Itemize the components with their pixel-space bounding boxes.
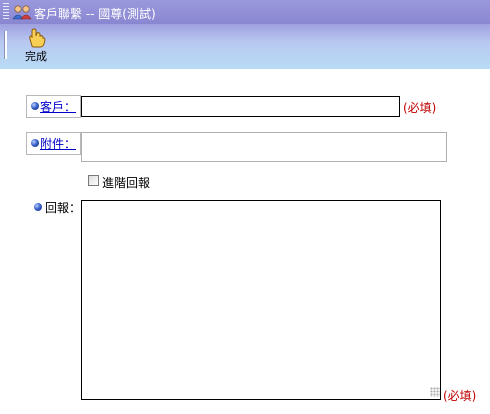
attachment-label-frame bbox=[26, 132, 81, 155]
reply-label: 回報： bbox=[45, 201, 82, 215]
advanced-reply-checkbox[interactable] bbox=[88, 175, 99, 186]
customer-label-frame bbox=[26, 95, 81, 118]
toolbar: 完成 bbox=[0, 24, 490, 69]
bullet-icon bbox=[34, 203, 42, 211]
contacts-icon bbox=[12, 5, 32, 20]
customer-input[interactable] bbox=[81, 96, 400, 117]
window-title: 客戶聯繫 -- 國尊(測試) bbox=[34, 7, 156, 21]
advanced-reply-label[interactable]: 進階回報 bbox=[102, 174, 150, 191]
done-label: 完成 bbox=[25, 50, 47, 63]
drag-grip[interactable] bbox=[3, 3, 9, 21]
hand-pointer-icon bbox=[29, 28, 46, 48]
resize-grip-icon[interactable] bbox=[430, 387, 440, 397]
attachment-input[interactable] bbox=[81, 132, 447, 162]
reply-textarea[interactable] bbox=[81, 200, 441, 400]
reply-required-note: (必填) bbox=[443, 389, 477, 403]
customer-required-note: (必填) bbox=[403, 101, 437, 115]
done-button[interactable]: 完成 bbox=[18, 28, 54, 68]
title-bar: 客戶聯繫 -- 國尊(測試) bbox=[0, 0, 490, 24]
toolbar-separator bbox=[4, 31, 7, 59]
